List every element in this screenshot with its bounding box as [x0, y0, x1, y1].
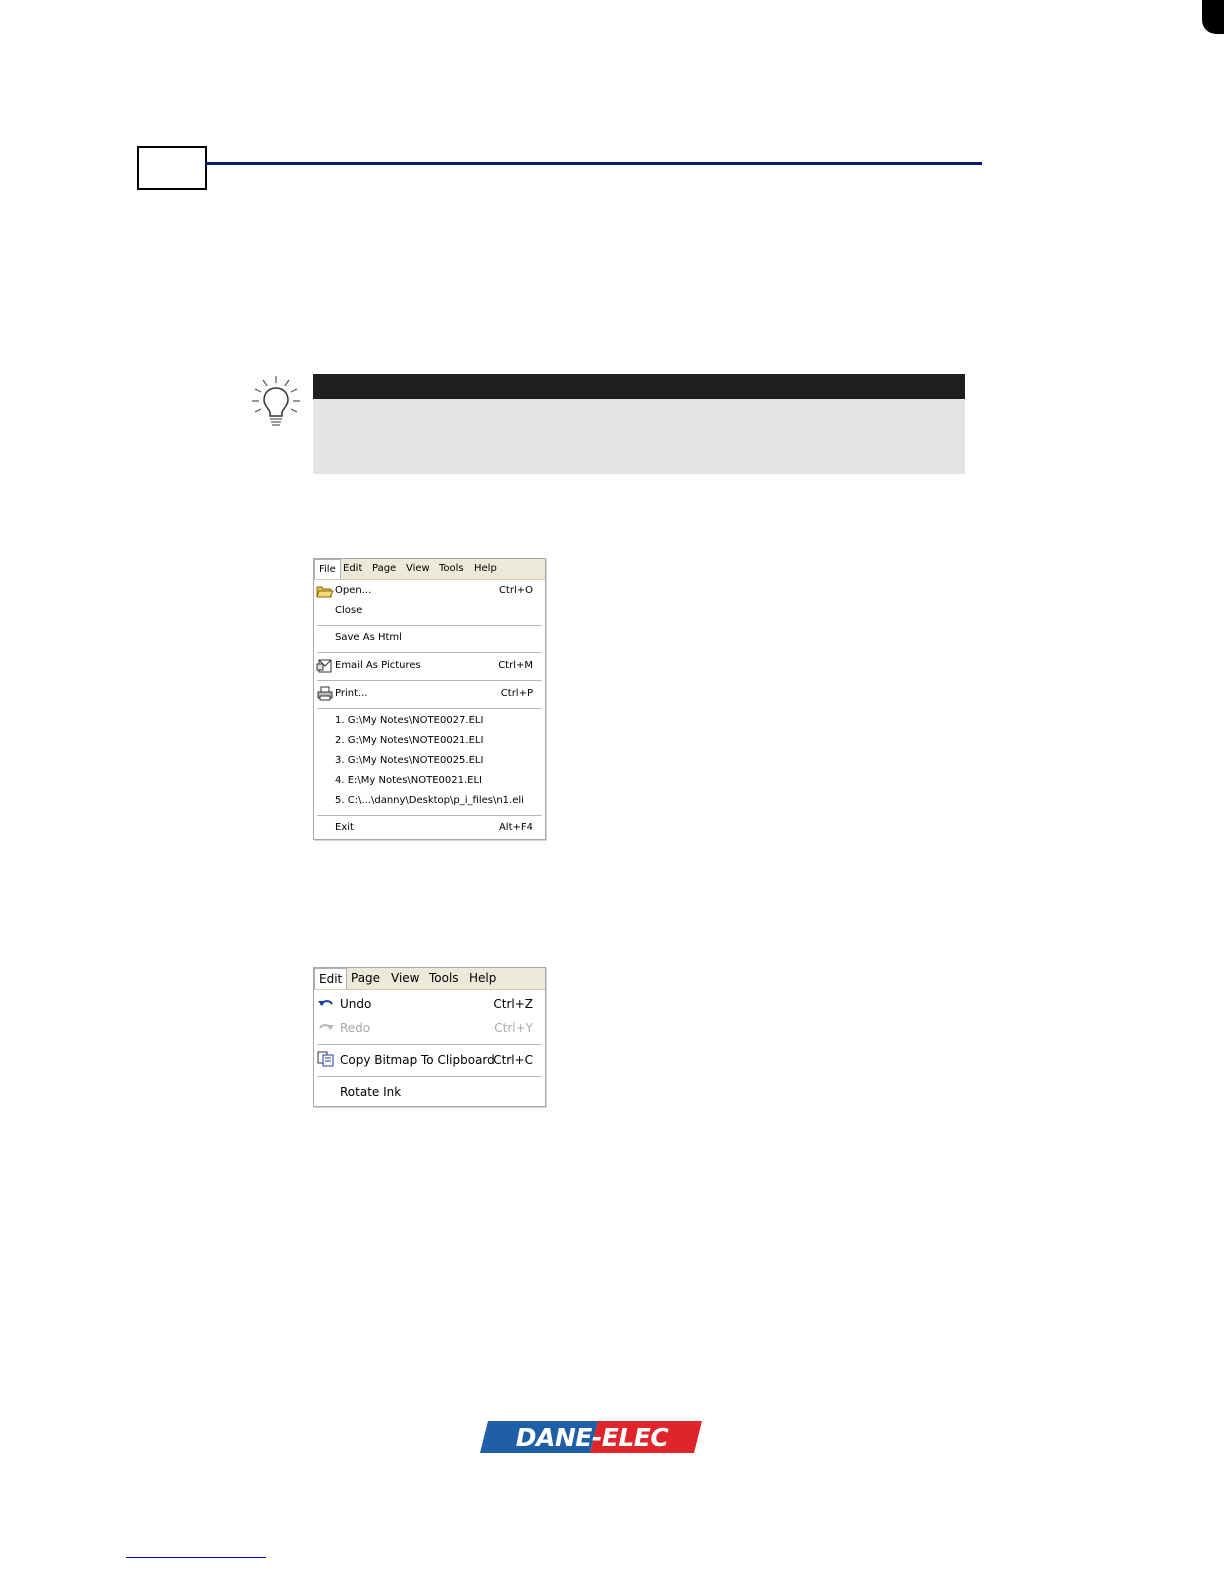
- menu-separator: [317, 625, 542, 627]
- menu-item-save-as-html[interactable]: Save As Html: [314, 629, 545, 647]
- email-icon: [316, 659, 332, 673]
- open-folder-icon: [316, 586, 334, 598]
- file-menu-screenshot: File Edit Page View Tools Help Open... C…: [313, 558, 546, 840]
- menu-separator: [317, 680, 542, 682]
- dane-elec-logo: DANE-ELEC: [480, 1421, 702, 1453]
- footer-rule: [126, 1557, 266, 1558]
- menu-view[interactable]: View: [402, 559, 434, 578]
- menu-separator: [317, 1044, 542, 1046]
- menu-item-rotate-ink[interactable]: Rotate Ink: [314, 1082, 545, 1102]
- menu-help[interactable]: Help: [465, 968, 500, 988]
- undo-icon: [318, 1000, 333, 1006]
- menu-page[interactable]: Page: [347, 968, 384, 988]
- menu-separator: [317, 652, 542, 654]
- menu-item-copy-bitmap[interactable]: Copy Bitmap To Clipboard Ctrl+C: [314, 1050, 545, 1070]
- page-number-box: [137, 146, 207, 190]
- menu-item-redo[interactable]: Redo Ctrl+Y: [314, 1018, 545, 1038]
- header-rule: [205, 162, 982, 165]
- menu-tools[interactable]: Tools: [425, 968, 463, 988]
- menu-file[interactable]: File: [314, 559, 341, 579]
- lightbulb-icon: [252, 376, 300, 426]
- menu-help[interactable]: Help: [470, 559, 501, 578]
- menu-separator: [317, 815, 542, 817]
- menu-item-undo[interactable]: Undo Ctrl+Z: [314, 994, 545, 1014]
- menu-bar: File Edit Page View Tools Help: [314, 559, 545, 580]
- tip-header-bar: [313, 374, 965, 399]
- tip-callout: [313, 374, 965, 474]
- redo-icon: [319, 1024, 334, 1030]
- menu-item-email-as-pictures[interactable]: Email As Pictures Ctrl+M: [314, 657, 545, 675]
- menu-view[interactable]: View: [387, 968, 423, 988]
- menu-item-exit[interactable]: Exit Alt+F4: [314, 819, 545, 837]
- printer-icon: [317, 686, 333, 701]
- menu-item-open[interactable]: Open... Ctrl+O: [314, 582, 545, 600]
- menu-bar: Edit Page View Tools Help: [314, 968, 545, 990]
- menu-item-recent-2[interactable]: 2. G:\My Notes\NOTE0021.ELI: [314, 732, 545, 750]
- menu-edit[interactable]: Edit: [314, 968, 348, 989]
- page-edge-tab: [1202, 0, 1224, 34]
- menu-tools[interactable]: Tools: [435, 559, 468, 578]
- menu-separator: [317, 708, 542, 710]
- menu-separator: [317, 1076, 542, 1078]
- menu-page[interactable]: Page: [368, 559, 400, 578]
- menu-item-close[interactable]: Close: [314, 602, 545, 620]
- menu-item-recent-5[interactable]: 5. C:\...\danny\Desktop\p_i_files\n1.eli: [314, 792, 545, 810]
- menu-item-recent-1[interactable]: 1. G:\My Notes\NOTE0027.ELI: [314, 712, 545, 730]
- copy-icon: [317, 1051, 334, 1067]
- menu-item-recent-4[interactable]: 4. E:\My Notes\NOTE0021.ELI: [314, 772, 545, 790]
- edit-menu-screenshot: Edit Page View Tools Help Undo Ctrl+Z Re…: [313, 967, 546, 1107]
- menu-item-recent-3[interactable]: 3. G:\My Notes\NOTE0025.ELI: [314, 752, 545, 770]
- menu-edit[interactable]: Edit: [339, 559, 366, 578]
- menu-item-print[interactable]: Print... Ctrl+P: [314, 685, 545, 703]
- logo-wordmark: DANE-ELEC: [516, 1423, 670, 1452]
